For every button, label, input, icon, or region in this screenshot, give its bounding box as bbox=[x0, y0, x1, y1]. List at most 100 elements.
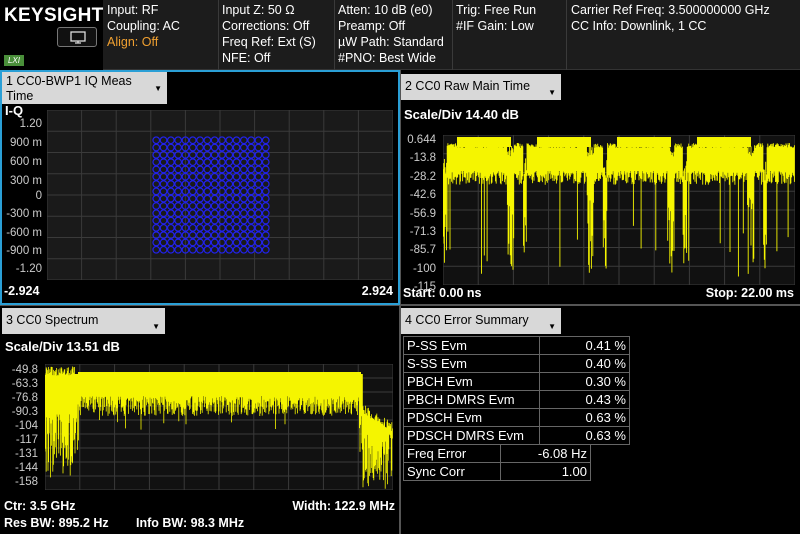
evm-summary-table: P-SS Evm 0.41 % S-SS Evm 0.40 % PBCH Evm 0.… bbox=[403, 336, 630, 445]
time-burst-top bbox=[697, 137, 751, 147]
input-settings[interactable]: Input: RF Coupling: AC Align: Off bbox=[107, 2, 180, 50]
table-row: PBCH Evm 0.30 % bbox=[403, 372, 630, 391]
table-row: PDSCH DMRS Evm 0.63 % bbox=[403, 426, 630, 445]
y-tick: 0 bbox=[35, 190, 42, 202]
time-burst-top bbox=[457, 137, 511, 147]
y-tick: -900 m bbox=[6, 245, 42, 257]
y-tick: -100 bbox=[412, 263, 436, 275]
evm-value: 0.43 % bbox=[539, 390, 630, 409]
iq-plot-label: I-Q bbox=[5, 103, 24, 118]
center-freq-label: Ctr: 3.5 GHz bbox=[4, 499, 76, 513]
lxi-badge: LXI bbox=[4, 55, 24, 66]
table-row: PBCH DMRS Evm 0.43 % bbox=[403, 390, 630, 409]
window-2-title: 2 CC0 Raw Main Time bbox=[405, 79, 531, 93]
header-divider bbox=[218, 0, 219, 70]
monitor-icon bbox=[70, 31, 86, 44]
window-1-title-line1: 1 CC0-BWP1 IQ Meas bbox=[6, 74, 132, 88]
align-label: Align: Off bbox=[107, 35, 159, 49]
scale-div-label: Scale/Div 13.51 dB bbox=[5, 339, 120, 354]
time-burst-top bbox=[537, 137, 591, 147]
evm-label: P-SS Evm bbox=[403, 336, 540, 355]
pno-label: #PNO: Best Wide bbox=[338, 51, 436, 65]
input-label: Input: RF bbox=[107, 3, 159, 17]
y-tick: 300 m bbox=[10, 175, 42, 187]
y-tick: -1.20 bbox=[15, 263, 42, 275]
scale-div-label: Scale/Div 14.40 dB bbox=[404, 107, 519, 122]
carrier-settings[interactable]: Carrier Ref Freq: 3.500000000 GHz CC Inf… bbox=[571, 2, 770, 34]
y-tick: -104 bbox=[14, 420, 38, 432]
dropdown-arrow-icon: ▼ bbox=[152, 322, 160, 331]
x-axis-left-label: -2.924 bbox=[4, 284, 40, 298]
nfe-label: NFE: Off bbox=[222, 51, 271, 65]
iq-constellation-plot[interactable] bbox=[47, 110, 393, 280]
info-bw-label: Info BW: 98.3 MHz bbox=[136, 516, 245, 530]
header-divider bbox=[452, 0, 453, 70]
brand-logo: KEYSIGHT bbox=[4, 5, 104, 26]
y-tick: -13.8 bbox=[409, 152, 436, 164]
window-spectrum[interactable]: 3 CC0 Spectrum ▼ Scale/Div 13.51 dB -49.… bbox=[0, 306, 399, 534]
window-iq-meas-time[interactable]: 1 CC0-BWP1 IQ Meas Time ▼ I-Q 1.20 900 m… bbox=[0, 70, 399, 304]
sync-corr-label: Sync Corr bbox=[403, 462, 501, 481]
sync-corr-value: 1.00 bbox=[500, 462, 591, 481]
trigger-settings[interactable]: Trig: Free Run #IF Gain: Low bbox=[456, 2, 536, 34]
y-tick: 0.644 bbox=[407, 134, 436, 146]
table-row: PDSCH Evm 0.63 % bbox=[403, 408, 630, 427]
freq-error-value: -6.08 Hz bbox=[500, 444, 591, 463]
header-divider bbox=[566, 0, 567, 70]
y-tick: 600 m bbox=[10, 156, 42, 168]
raw-time-plot[interactable] bbox=[443, 135, 795, 285]
preamp-label: Preamp: Off bbox=[338, 19, 406, 33]
table-row: Sync Corr 1.00 bbox=[403, 462, 591, 481]
window-3-title: 3 CC0 Spectrum bbox=[6, 313, 99, 327]
dropdown-arrow-icon: ▼ bbox=[154, 84, 162, 93]
evm-value: 0.63 % bbox=[539, 426, 630, 445]
window-4-title-dropdown[interactable]: 4 CC0 Error Summary ▼ bbox=[401, 308, 561, 334]
window-raw-main-time[interactable]: 2 CC0 Raw Main Time ▼ Scale/Div 14.40 dB… bbox=[401, 70, 800, 304]
y-tick: -90.3 bbox=[11, 406, 38, 418]
y-tick: -63.3 bbox=[11, 378, 38, 390]
y-tick: -49.8 bbox=[11, 364, 38, 376]
atten-label: Atten: 10 dB (e0) bbox=[338, 3, 433, 17]
evm-value: 0.30 % bbox=[539, 372, 630, 391]
y-tick: -300 m bbox=[6, 208, 42, 220]
spectrum-plot[interactable] bbox=[45, 364, 393, 490]
status-bar: KEYSIGHT LXI Input: RF Coupling: AC Alig… bbox=[0, 0, 800, 70]
time-burst-top bbox=[617, 137, 671, 147]
y-tick: -117 bbox=[15, 434, 38, 446]
window-4-title: 4 CC0 Error Summary bbox=[405, 313, 529, 327]
carrier-ref-freq-label: Carrier Ref Freq: 3.500000000 GHz bbox=[571, 3, 770, 17]
table-row: S-SS Evm 0.40 % bbox=[403, 354, 630, 373]
evm-value: 0.40 % bbox=[539, 354, 630, 373]
table-row: P-SS Evm 0.41 % bbox=[403, 336, 630, 355]
atten-settings[interactable]: Atten: 10 dB (e0) Preamp: Off µW Path: S… bbox=[338, 2, 444, 66]
evm-label: S-SS Evm bbox=[403, 354, 540, 373]
y-tick: -76.8 bbox=[11, 392, 38, 404]
logo-area: KEYSIGHT LXI bbox=[0, 0, 103, 70]
x-axis-right-label: 2.924 bbox=[361, 284, 393, 298]
dropdown-arrow-icon: ▼ bbox=[548, 322, 556, 331]
dropdown-arrow-icon: ▼ bbox=[548, 88, 556, 97]
stop-label: Stop: 22.00 ms bbox=[705, 286, 794, 300]
cc-info-label: CC Info: Downlink, 1 CC bbox=[571, 19, 707, 33]
y-tick: -85.7 bbox=[409, 244, 436, 256]
header-divider bbox=[334, 0, 335, 70]
freq-error-label: Freq Error bbox=[403, 444, 501, 463]
freq-ref-label: Freq Ref: Ext (S) bbox=[222, 35, 316, 49]
window-3-title-dropdown[interactable]: 3 CC0 Spectrum ▼ bbox=[2, 308, 165, 334]
window-error-summary[interactable]: 4 CC0 Error Summary ▼ P-SS Evm 0.41 % S-S… bbox=[401, 306, 800, 534]
y-tick: -28.2 bbox=[409, 171, 436, 183]
evm-label: PBCH DMRS Evm bbox=[403, 390, 540, 409]
y-tick: 900 m bbox=[10, 137, 42, 149]
y-tick: 1.20 bbox=[19, 118, 42, 130]
span-width-label: Width: 122.9 MHz bbox=[292, 499, 395, 513]
y-tick: -144 bbox=[14, 462, 38, 474]
table-row: Freq Error -6.08 Hz bbox=[403, 444, 591, 463]
y-tick: -56.9 bbox=[409, 208, 436, 220]
spectrum-band bbox=[78, 372, 361, 392]
input-z-settings[interactable]: Input Z: 50 Ω Corrections: Off Freq Ref:… bbox=[222, 2, 316, 66]
window-1-title-dropdown[interactable]: 1 CC0-BWP1 IQ Meas Time ▼ bbox=[2, 72, 167, 104]
start-label: Start: 0.00 ns bbox=[403, 286, 482, 300]
system-menu-button[interactable] bbox=[57, 27, 97, 47]
y-tick: -600 m bbox=[6, 227, 42, 239]
window-2-title-dropdown[interactable]: 2 CC0 Raw Main Time ▼ bbox=[401, 74, 561, 100]
